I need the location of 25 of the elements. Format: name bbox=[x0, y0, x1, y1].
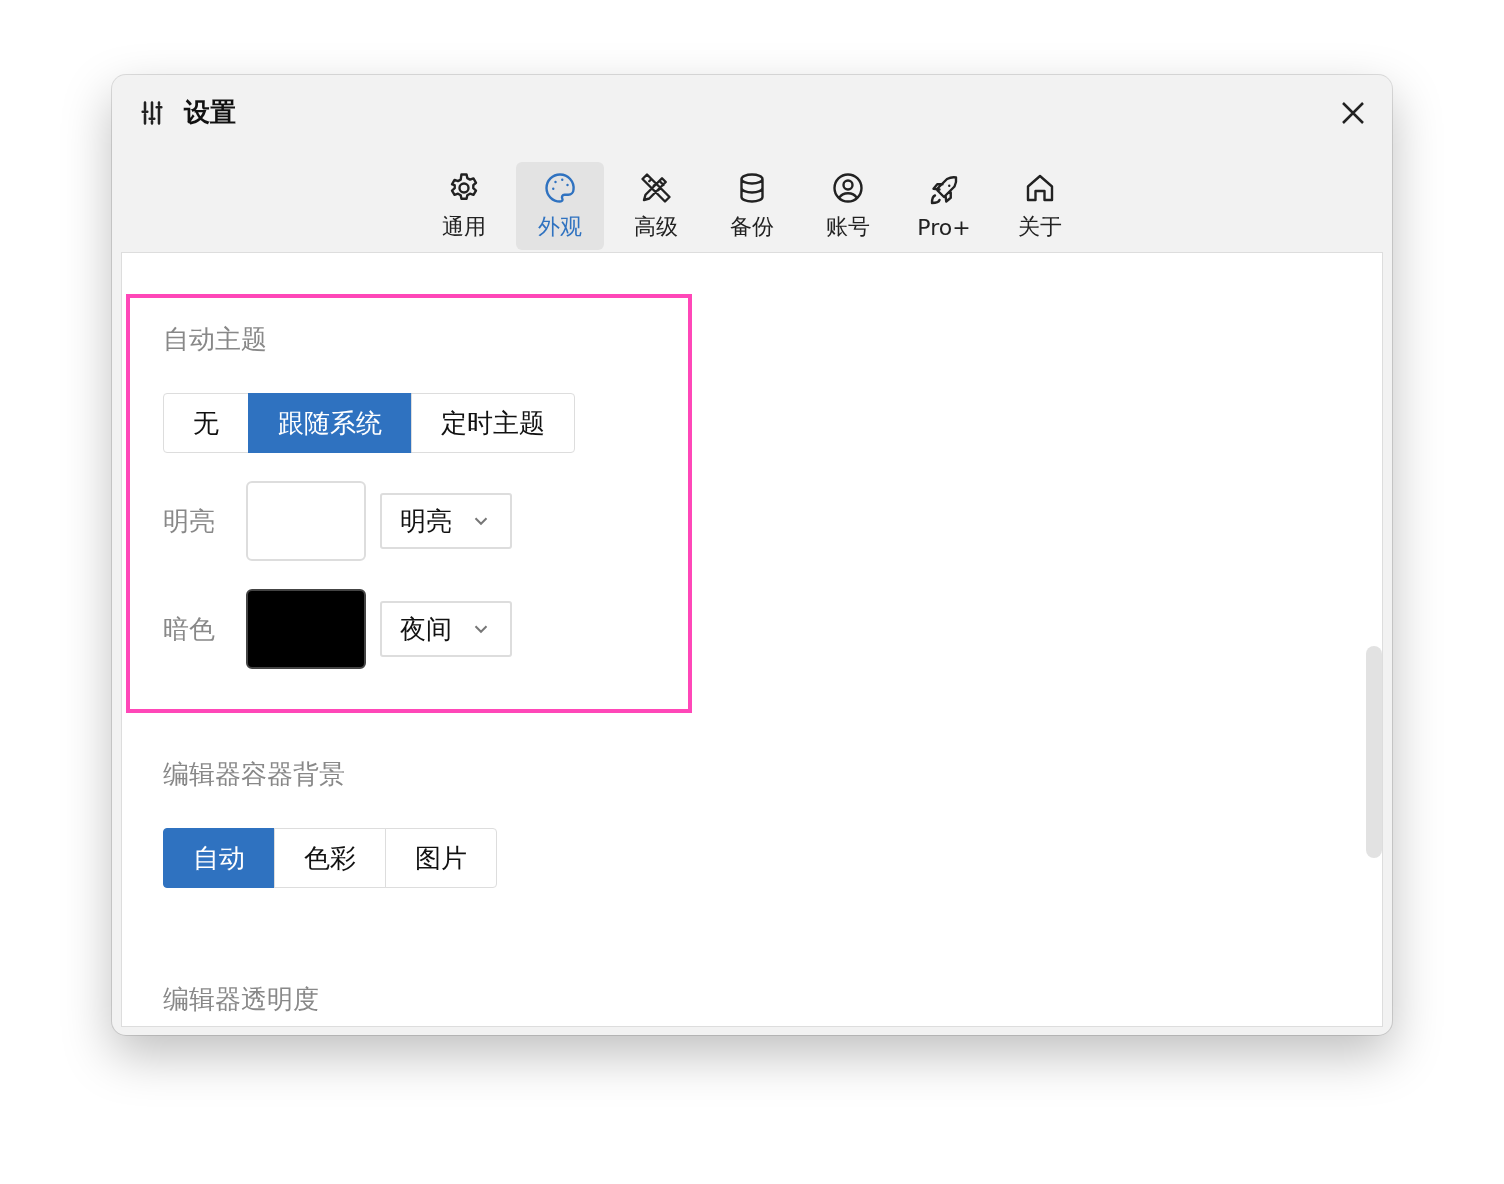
settings-tab[interactable]: 高级 bbox=[612, 162, 700, 250]
segment-option[interactable]: 色彩 bbox=[274, 828, 386, 888]
segment-option[interactable]: 定时主题 bbox=[411, 393, 575, 453]
section-title: 编辑器透明度 bbox=[163, 983, 320, 1016]
section-title: 编辑器容器背景 bbox=[163, 758, 346, 791]
theme-label: 明亮 bbox=[163, 504, 216, 538]
scrollbar-thumb[interactable] bbox=[1366, 646, 1382, 858]
segment-option[interactable]: 自动 bbox=[163, 828, 275, 888]
window-title: 设置 bbox=[184, 96, 236, 129]
segment-option[interactable]: 无 bbox=[163, 393, 249, 453]
settings-tab[interactable]: 关于 bbox=[996, 162, 1084, 250]
palette-icon bbox=[542, 170, 578, 206]
settings-tab[interactable]: 通用 bbox=[420, 162, 508, 250]
theme-label: 暗色 bbox=[163, 612, 216, 646]
settings-tab[interactable]: 备份 bbox=[708, 162, 796, 250]
section-title: 自动主题 bbox=[163, 323, 268, 356]
settings-tab[interactable]: 账号 bbox=[804, 162, 892, 250]
segment-option[interactable]: 跟随系统 bbox=[248, 393, 412, 453]
segment-option[interactable]: 图片 bbox=[385, 828, 497, 888]
settings-tab[interactable]: Pro+ bbox=[900, 162, 988, 250]
theme-dropdown[interactable]: 夜间 bbox=[380, 601, 512, 657]
settings-tab[interactable]: 外观 bbox=[516, 162, 604, 250]
theme-dropdown[interactable]: 明亮 bbox=[380, 493, 512, 549]
color-swatch[interactable] bbox=[246, 589, 366, 669]
pencil-ruler-icon bbox=[638, 170, 674, 206]
